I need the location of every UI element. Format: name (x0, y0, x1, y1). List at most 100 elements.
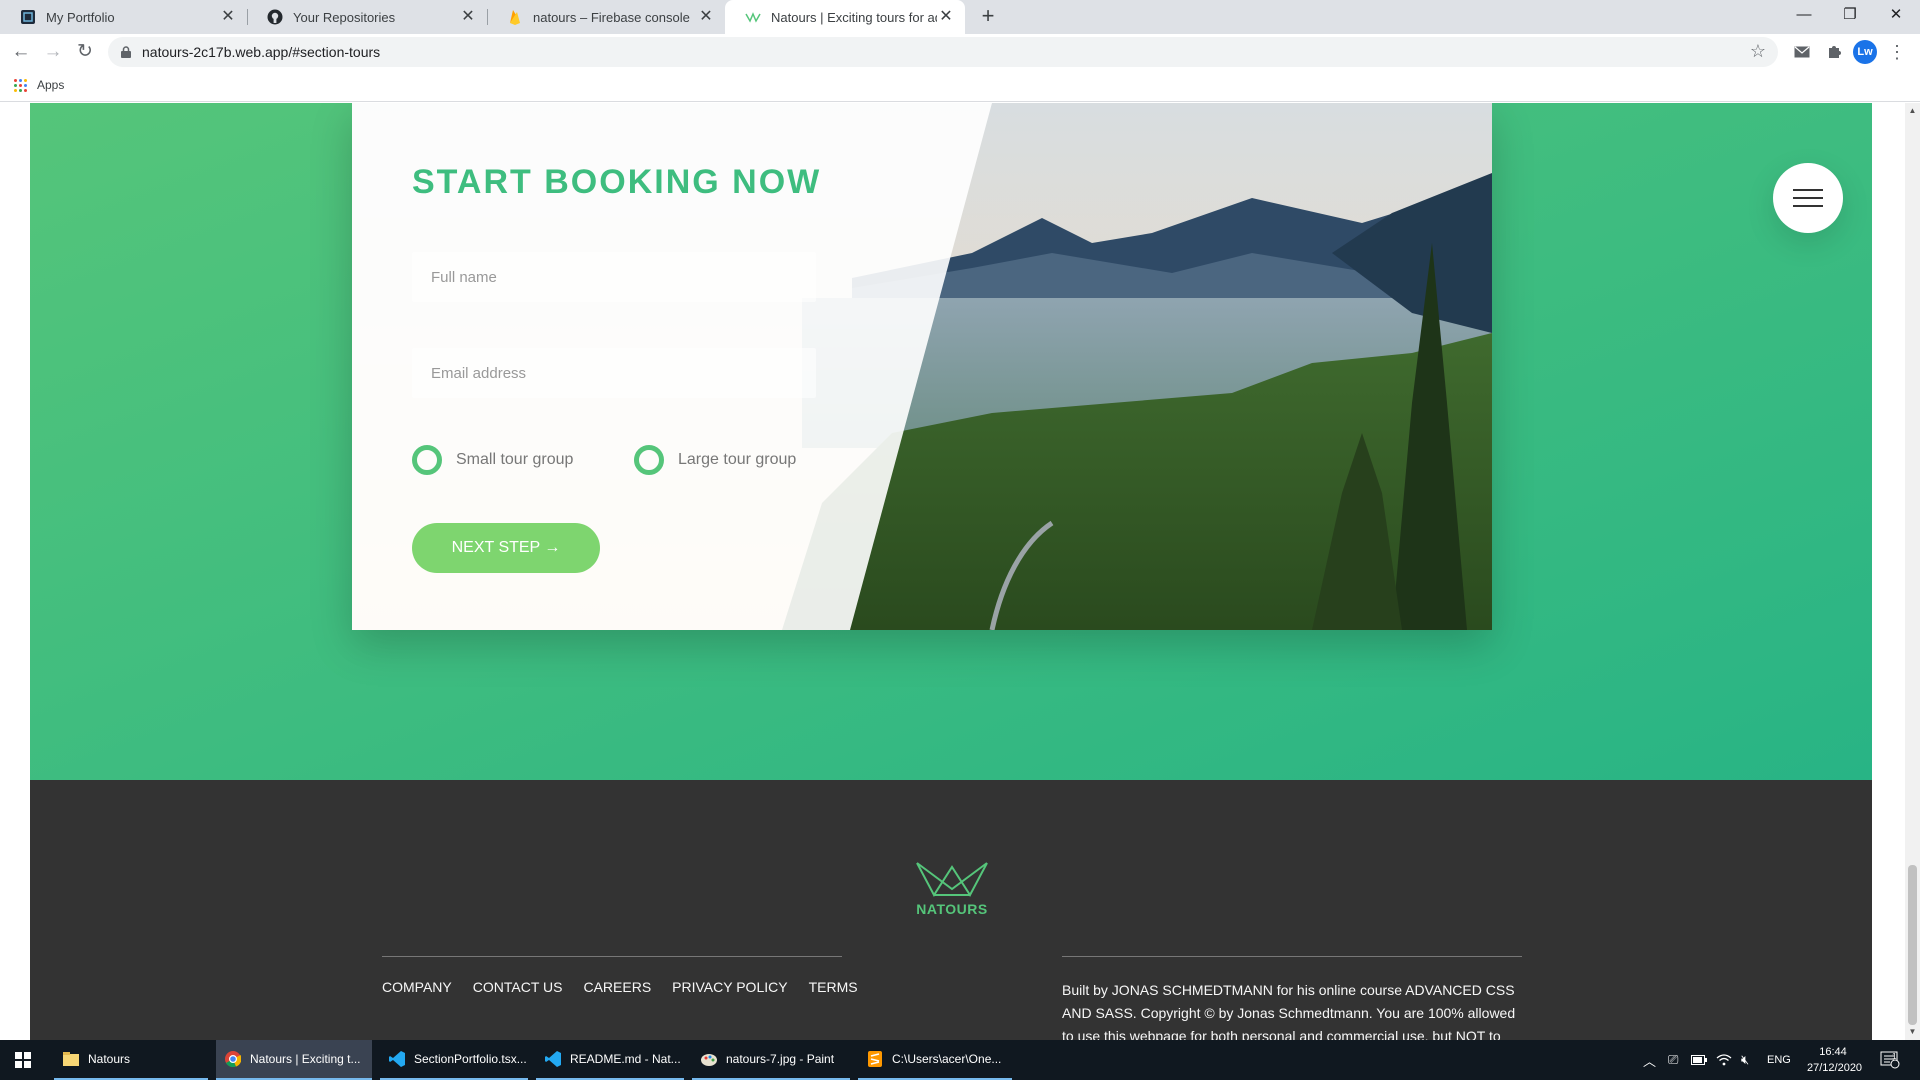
action-center-icon[interactable]: 1 (1880, 1040, 1900, 1080)
full-name-input[interactable] (412, 252, 816, 302)
github-icon (267, 9, 283, 25)
tab-close-icon[interactable]: ✕ (459, 8, 477, 26)
reload-icon[interactable]: ↻ (71, 38, 99, 66)
windows-logo-icon (15, 1052, 31, 1068)
taskbar-item-chrome[interactable]: Natours | Exciting t... (216, 1040, 372, 1080)
apps-grid-icon (14, 78, 27, 92)
windows-start-button[interactable] (0, 1040, 46, 1080)
taskbar-item-vscode-2[interactable]: README.md - Nat... (536, 1040, 684, 1080)
sublime-text-icon (866, 1050, 884, 1068)
mail-icon[interactable] (1790, 40, 1814, 64)
forward-arrow-icon[interactable]: → (39, 38, 67, 66)
apps-shortcut[interactable]: Apps (14, 78, 64, 92)
address-bar[interactable]: natours-2c17b.web.app/#section-tours ☆ (108, 37, 1778, 67)
taskbar-item-explorer[interactable]: Natours (54, 1040, 208, 1080)
tab-your-repositories[interactable]: Your Repositories ✕ (247, 0, 487, 34)
vscode-icon (544, 1050, 562, 1068)
taskbar-item-label: Natours | Exciting t... (250, 1052, 361, 1066)
tab-my-portfolio[interactable]: My Portfolio ✕ (0, 0, 247, 34)
taskbar-clock[interactable]: 16:44 27/12/2020 (1807, 1044, 1863, 1076)
meet-now-icon[interactable]: ⎚ (1668, 1040, 1678, 1080)
lock-icon (121, 45, 131, 58)
vscode-icon (388, 1050, 406, 1068)
paint-palette-icon (700, 1050, 718, 1068)
extensions-puzzle-icon[interactable] (1822, 40, 1846, 64)
tab-firebase-console[interactable]: natours – Firebase console ✕ (487, 0, 725, 34)
taskbar-item-label: C:\Users\acer\One... (892, 1052, 1002, 1066)
scroll-up-arrow-icon[interactable]: ▲ (1908, 106, 1917, 116)
profile-avatar[interactable]: Lw (1853, 40, 1877, 64)
chrome-icon (224, 1050, 242, 1068)
footer-link-contact-us[interactable]: CONTACT US (473, 979, 563, 995)
booking-card: START BOOKING NOW Small tour group Large… (352, 103, 1492, 630)
clock-time: 16:44 (1819, 1046, 1847, 1058)
taskbar-item-label: README.md - Nat... (570, 1052, 681, 1066)
back-arrow-icon[interactable]: ← (7, 38, 35, 66)
wifi-icon[interactable] (1716, 1040, 1732, 1080)
radio-small-tour-group[interactable]: Small tour group (412, 445, 573, 475)
tab-title: Your Repositories (293, 9, 396, 25)
radio-large-label[interactable]: Large tour group (678, 451, 796, 469)
taskbar-item-sublime[interactable]: C:\Users\acer\One... (858, 1040, 1012, 1080)
folder-icon (62, 1050, 80, 1068)
browser-tab-strip: My Portfolio ✕ Your Repositories ✕ natou… (0, 0, 1920, 34)
radio-large-tour-group[interactable]: Large tour group (634, 445, 796, 475)
show-hidden-icons-chevron-icon[interactable]: ︿ (1643, 1040, 1656, 1080)
taskbar-item-label: SectionPortfolio.tsx... (414, 1052, 527, 1066)
radio-circle-icon[interactable] (412, 445, 442, 475)
taskbar-item-vscode-1[interactable]: SectionPortfolio.tsx... (380, 1040, 528, 1080)
taskbar-item-label: natours-7.jpg - Paint (726, 1052, 835, 1066)
footer-link-privacy-policy[interactable]: PRIVACY POLICY (672, 979, 787, 995)
hamburger-icon (1793, 197, 1823, 199)
radio-small-label[interactable]: Small tour group (456, 451, 573, 469)
page-footer: NATOURS COMPANY CONTACT US CAREERS PRIVA… (30, 780, 1872, 1040)
scroll-down-arrow-icon[interactable]: ▼ (1908, 1027, 1917, 1037)
volume-muted-icon[interactable]: 🔇︎ (1741, 1040, 1749, 1080)
taskbar-item-label: Natours (88, 1052, 131, 1066)
footer-navigation: COMPANY CONTACT US CAREERS PRIVACY POLIC… (382, 956, 858, 995)
footer-link-terms[interactable]: TERMS (809, 979, 858, 995)
footer-copyright: Built by JONAS SCHMEDTMANN for his onlin… (1062, 956, 1522, 1040)
natours-logo-icon (916, 862, 988, 897)
browser-menu-icon[interactable]: ⋮ (1885, 40, 1909, 64)
browser-toolbar: ← → ↻ natours-2c17b.web.app/#section-tou… (0, 34, 1920, 70)
new-tab-plus-icon[interactable]: + (975, 4, 1001, 30)
footer-logo-text: NATOURS (916, 901, 988, 917)
footer-link-careers[interactable]: CAREERS (583, 979, 651, 995)
taskbar-item-paint[interactable]: natours-7.jpg - Paint (692, 1040, 850, 1080)
minimize-window-icon[interactable]: — (1781, 0, 1827, 30)
clock-date: 27/12/2020 (1807, 1062, 1863, 1074)
apps-label: Apps (37, 78, 65, 92)
footer-logo[interactable]: NATOURS (914, 859, 990, 921)
scrollbar-thumb[interactable] (1908, 865, 1917, 1025)
tab-title: Natours | Exciting tours for adve (771, 9, 937, 25)
footer-link-company[interactable]: COMPANY (382, 979, 452, 995)
booking-heading: START BOOKING NOW (412, 163, 822, 201)
radio-circle-icon[interactable] (634, 445, 664, 475)
tab-title: My Portfolio (46, 9, 115, 25)
bookmarks-bar: Apps (0, 70, 1920, 102)
tab-close-icon[interactable]: ✕ (697, 8, 715, 26)
tab-close-icon[interactable]: ✕ (219, 8, 237, 26)
tab-title: natours – Firebase console (533, 9, 690, 25)
natours-favicon-icon (745, 9, 761, 25)
firebase-icon (507, 9, 523, 25)
battery-icon[interactable] (1691, 1040, 1707, 1080)
close-window-icon[interactable]: ✕ (1873, 0, 1919, 30)
portfolio-favicon-icon (20, 9, 36, 25)
hamburger-icon (1793, 205, 1823, 207)
next-step-button[interactable]: NEXT STEP → (412, 523, 600, 573)
bookmark-star-icon[interactable]: ☆ (1750, 41, 1766, 62)
navigation-menu-button[interactable] (1773, 163, 1843, 233)
page-viewport: START BOOKING NOW Small tour group Large… (0, 103, 1920, 1040)
page-scrollbar[interactable]: ▲ ▼ (1905, 103, 1920, 1040)
url-text: natours-2c17b.web.app/#section-tours (142, 44, 381, 60)
restore-window-icon[interactable]: ❐ (1827, 0, 1873, 30)
notification-count: 1 (1892, 1052, 1897, 1061)
input-language[interactable]: ENG (1767, 1040, 1791, 1080)
tab-close-icon[interactable]: ✕ (937, 8, 955, 26)
windows-taskbar: Natours Natours | Exciting t... SectionP… (0, 1040, 1920, 1080)
hamburger-icon (1793, 189, 1823, 191)
email-input[interactable] (412, 348, 816, 398)
tab-natours[interactable]: Natours | Exciting tours for adve ✕ (725, 0, 965, 34)
